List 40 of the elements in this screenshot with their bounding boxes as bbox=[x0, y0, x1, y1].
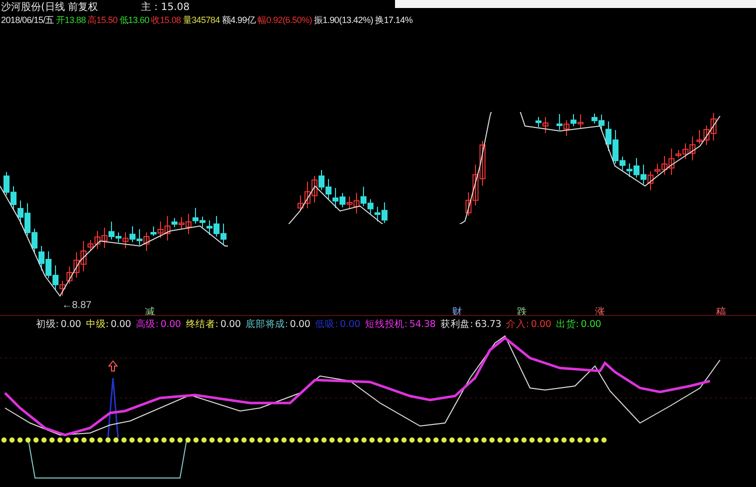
indicator-label: 低吸: bbox=[315, 318, 338, 332]
quote-value: 开13.88 bbox=[56, 14, 86, 27]
indicator-value: 63.73 bbox=[475, 318, 502, 332]
spike-line bbox=[107, 377, 119, 438]
up-arrow-icon bbox=[108, 360, 118, 372]
signal-marker: 跌 bbox=[517, 307, 527, 316]
indicator-label: 获利盘: bbox=[440, 318, 474, 332]
indicator-value: 0.00 bbox=[160, 318, 181, 332]
signal-marker: 减 bbox=[145, 307, 155, 316]
signal-marker: 涨 bbox=[595, 307, 605, 316]
indicator-value: 0.00 bbox=[290, 318, 310, 332]
indicator-label: 出货: bbox=[556, 318, 579, 332]
indicator-value: 0.00 bbox=[60, 318, 81, 332]
quote-value: 2018/06/15/五 bbox=[1, 14, 54, 27]
quote-value: 高15.50 bbox=[88, 14, 118, 27]
indicator-label: 底部将成: bbox=[246, 318, 288, 332]
indicator-label: 短线投机: bbox=[365, 318, 408, 332]
indicator-label: 中级: bbox=[86, 318, 109, 332]
indicator-value: 54.38 bbox=[409, 318, 436, 332]
indicator-value: 0.00 bbox=[220, 318, 241, 332]
indicator-value: 0.00 bbox=[530, 318, 552, 332]
signal-marker: 财 bbox=[452, 307, 462, 316]
low-price-label: ←8.87 bbox=[62, 300, 92, 311]
indicator-label: 初级: bbox=[36, 318, 59, 332]
quote-value: 额4.99亿 bbox=[222, 14, 256, 27]
quote-value: 收15.08 bbox=[151, 14, 181, 27]
indicator-value: 0.00 bbox=[340, 318, 360, 332]
signal-marker: 稿 bbox=[716, 307, 726, 316]
indicator-value: 0.00 bbox=[110, 318, 131, 332]
main-price-label: 主：15.08 bbox=[141, 1, 190, 14]
indicator-label: 介入: bbox=[506, 318, 529, 332]
indicator-label: 高级: bbox=[136, 318, 159, 332]
quote-value: 低13.60 bbox=[119, 14, 150, 27]
quote-value: 振1.90(13.42%) bbox=[314, 14, 374, 27]
quote-value: 量345784 bbox=[182, 14, 220, 27]
quote-value: 换17.14% bbox=[375, 14, 413, 27]
indicator-label: 终结者: bbox=[186, 318, 218, 332]
stock-title: 沙河股份(日线 前复权 bbox=[1, 1, 100, 14]
quote-value: 幅0.92(6.50%) bbox=[258, 14, 312, 27]
indicator-value: 0.00 bbox=[580, 318, 602, 332]
